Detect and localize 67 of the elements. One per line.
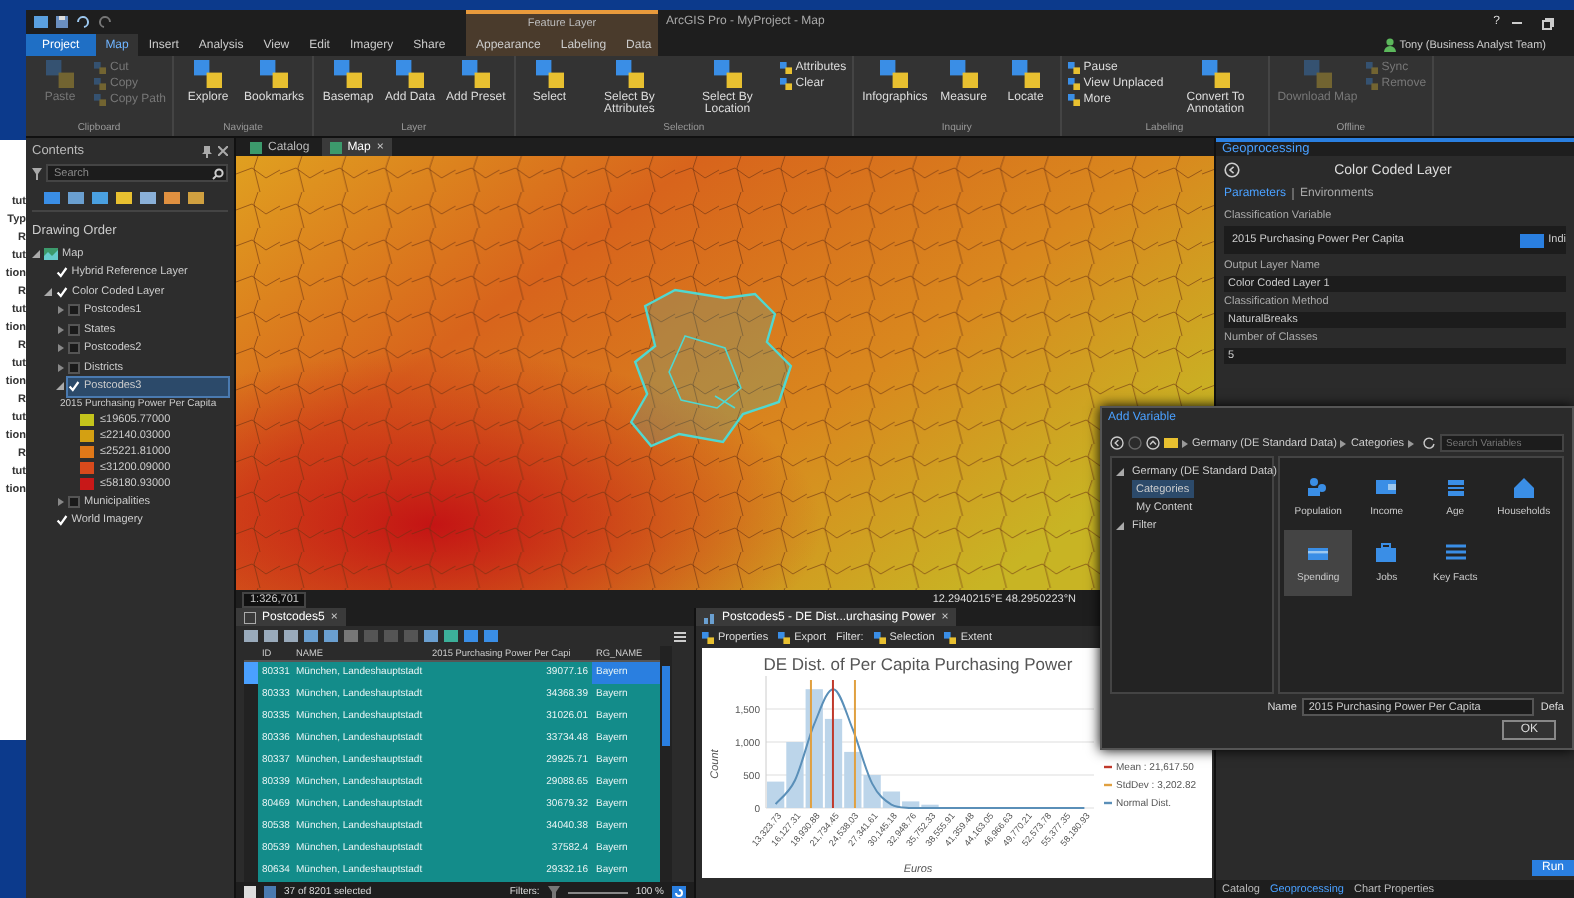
wallet-icon	[1374, 476, 1399, 500]
stddev-line	[853, 679, 856, 809]
folder-icon	[1164, 438, 1178, 448]
expand-arrow-icon[interactable]	[44, 287, 52, 296]
expand-arrow-icon[interactable]	[56, 306, 64, 315]
tool-icon	[949, 60, 978, 88]
tool-icon	[702, 631, 714, 643]
card-icon	[1306, 542, 1331, 566]
checkbox[interactable]	[68, 304, 80, 317]
house-icon	[1511, 476, 1536, 500]
people-icon	[1306, 476, 1331, 500]
tool-icon	[396, 60, 425, 88]
chevron-icon	[1408, 439, 1415, 447]
filter-icon[interactable]	[547, 886, 560, 898]
scrollbar[interactable]	[660, 646, 672, 882]
tool-icon	[461, 60, 490, 88]
checkbox[interactable]	[68, 495, 80, 508]
close-icon[interactable]	[218, 146, 228, 156]
pin-icon[interactable]	[202, 145, 212, 157]
checkbox[interactable]	[68, 361, 80, 374]
tool-icon	[194, 60, 223, 88]
tool-icon	[880, 60, 909, 88]
tool-icon	[46, 60, 74, 88]
up-icon[interactable]	[1146, 436, 1160, 450]
expand-arrow-icon[interactable]	[56, 382, 64, 391]
expand-arrow-icon[interactable]	[56, 325, 64, 334]
tool-icon	[778, 631, 791, 643]
expand-arrow-icon[interactable]	[32, 249, 40, 258]
expand-arrow-icon[interactable]	[56, 363, 64, 372]
tool-icon	[1201, 60, 1230, 88]
tool-icon	[1303, 60, 1332, 88]
search-icon[interactable]	[212, 167, 224, 179]
menu-icon[interactable]	[674, 631, 686, 641]
tool-icon	[713, 60, 742, 88]
tool-icon	[260, 60, 289, 88]
stddev-line	[809, 679, 812, 809]
checkbox[interactable]	[68, 342, 80, 355]
tool-icon	[615, 60, 644, 88]
tool-icon	[334, 60, 363, 88]
map-icon	[329, 141, 342, 153]
back-icon[interactable]	[1110, 436, 1124, 450]
map-icon	[250, 141, 262, 153]
tool-icon	[873, 631, 886, 643]
expand-arrow-icon[interactable]	[1116, 467, 1124, 475]
checkbox[interactable]	[68, 323, 80, 336]
expand-arrow-icon[interactable]	[1116, 521, 1124, 529]
undo-icon[interactable]	[76, 16, 90, 28]
save-icon[interactable]	[56, 16, 68, 28]
chart-icon	[704, 611, 716, 623]
person-icon	[1383, 38, 1396, 52]
filter-icon[interactable]	[32, 167, 42, 179]
refresh-icon[interactable]	[1422, 436, 1436, 450]
mean-line	[831, 679, 834, 809]
chevron-icon	[1182, 439, 1188, 447]
tool-icon	[944, 631, 957, 643]
tool-icon	[1011, 60, 1040, 88]
back-icon[interactable]	[1224, 162, 1240, 178]
expand-arrow-icon[interactable]	[56, 344, 64, 353]
tool-icon	[535, 60, 564, 88]
briefcase-icon	[1374, 542, 1399, 566]
chevron-icon	[1340, 439, 1347, 447]
restore-icon[interactable]	[1540, 15, 1554, 29]
chart-title: DE Dist. of Per Capita Purchasing Power	[763, 654, 1073, 674]
map-icon	[44, 247, 58, 260]
expand-arrow-icon[interactable]	[56, 497, 64, 506]
redo-icon[interactable]	[98, 16, 112, 28]
table-icon	[244, 611, 256, 623]
